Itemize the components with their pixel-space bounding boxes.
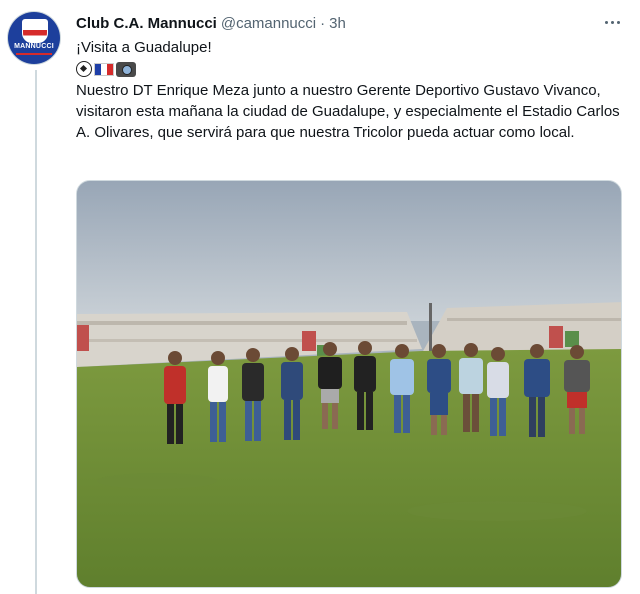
author-handle[interactable]: @camannucci xyxy=(221,15,316,32)
separator-dot: · xyxy=(320,14,326,32)
thread-line xyxy=(35,70,37,594)
club-crest-icon xyxy=(22,19,48,43)
tweet-headline: ¡Visita a Guadalupe! xyxy=(76,39,212,56)
tweet-text: ¡Visita a Guadalupe! Nuestro DT Enrique … xyxy=(76,37,626,143)
avatar[interactable]: MANNUCCI xyxy=(8,12,60,64)
tweet-header: Club C.A. Mannucci @camannucci · 3h xyxy=(76,13,620,33)
timestamp[interactable]: 3h xyxy=(329,15,346,32)
author-name[interactable]: Club C.A. Mannucci xyxy=(76,15,217,32)
tweet-body: Nuestro DT Enrique Meza junto a nuestro … xyxy=(76,82,620,141)
avatar-stripe xyxy=(16,53,52,55)
tweet-photo[interactable] xyxy=(76,180,622,588)
avatar-logo-text: MANNUCCI xyxy=(14,43,54,50)
camera-icon xyxy=(116,61,136,77)
more-options-icon[interactable] xyxy=(600,12,624,32)
soccer-ball-icon xyxy=(76,61,92,77)
stadium-photo xyxy=(77,181,621,587)
peru-flag-icon xyxy=(94,62,114,76)
emoji-row xyxy=(76,59,626,79)
tweet[interactable]: MANNUCCI Club C.A. Mannucci @camannucci … xyxy=(0,0,640,594)
avatar-column: MANNUCCI xyxy=(8,12,62,64)
